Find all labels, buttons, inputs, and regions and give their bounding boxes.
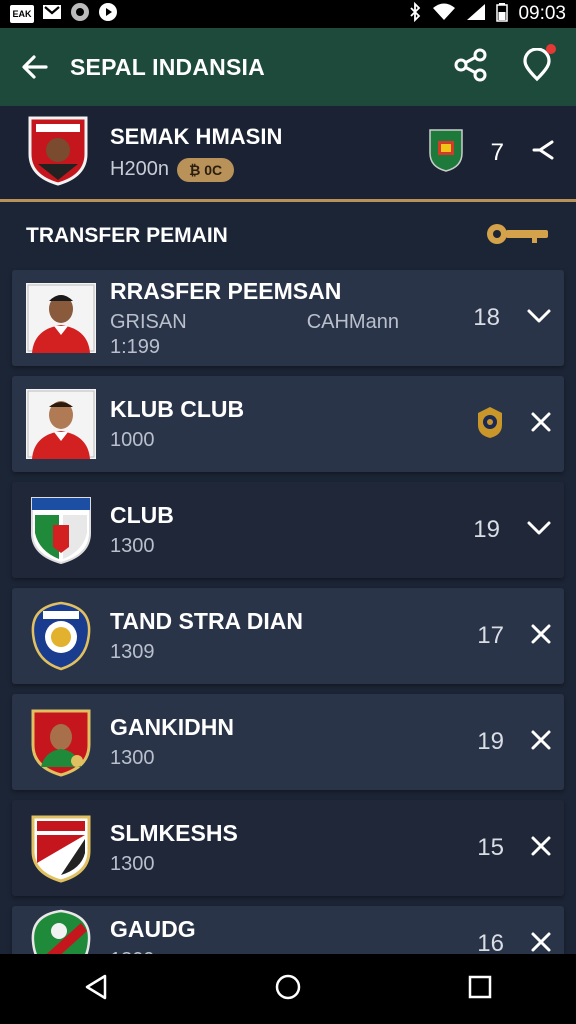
list-item-title: CLUB bbox=[110, 502, 174, 528]
nav-recents-button[interactable] bbox=[465, 972, 495, 1007]
club-crest-icon bbox=[26, 813, 96, 883]
nav-home-button[interactable] bbox=[273, 972, 303, 1007]
page-title: SEPAL INDANSIA bbox=[70, 53, 265, 80]
clock: 09:03 bbox=[518, 3, 566, 24]
remove-button[interactable] bbox=[530, 411, 552, 438]
list-item[interactable]: TAND STRA DIAN 1309 17 bbox=[12, 588, 564, 684]
gmail-icon bbox=[42, 3, 62, 26]
club-number: 7 bbox=[490, 138, 504, 166]
play-icon bbox=[98, 2, 118, 27]
player-photo bbox=[26, 389, 96, 459]
list-item-subtitle: 1000 bbox=[110, 429, 155, 451]
list-item-number: 15 bbox=[477, 834, 504, 861]
list-item-title: RRASFER PEEMSAN bbox=[110, 277, 342, 304]
close-icon bbox=[531, 730, 551, 749]
square-recents-icon bbox=[468, 975, 492, 998]
wifi-icon bbox=[432, 3, 456, 26]
list-item-number: 19 bbox=[477, 728, 504, 755]
key-button[interactable] bbox=[484, 221, 550, 252]
list-item-title: GAUDG bbox=[110, 916, 196, 942]
list-item[interactable]: CLUB 1300 19 bbox=[12, 482, 564, 578]
list-item[interactable]: GANKIDHN 1300 19 bbox=[12, 694, 564, 790]
list-item[interactable]: KLUB CLUB 1000 bbox=[12, 376, 564, 472]
expand-button[interactable] bbox=[526, 519, 552, 542]
list-item[interactable]: RRASFER PEEMSAN GRISAN CAHMann 1:199 18 bbox=[12, 270, 564, 366]
chevron-left-icon bbox=[532, 140, 554, 160]
chevron-down-icon bbox=[527, 521, 551, 534]
battery-icon bbox=[496, 2, 509, 27]
notification-button[interactable] bbox=[522, 43, 556, 87]
chevron-down-icon bbox=[527, 309, 551, 322]
list-item-club: CAHMann bbox=[306, 310, 399, 333]
player-photo bbox=[26, 283, 96, 353]
close-icon bbox=[531, 624, 551, 643]
notification-dot bbox=[546, 43, 556, 54]
list-item-title: TAND STRA DIAN bbox=[110, 608, 303, 634]
club-name: SEMAK HMASIN bbox=[110, 123, 283, 149]
status-app-badge: EAK bbox=[10, 5, 34, 23]
club-badge: ₿ 0C bbox=[176, 157, 235, 182]
list-item-subtitle: GRISAN bbox=[110, 310, 187, 333]
close-icon bbox=[531, 412, 551, 431]
club-crest-icon bbox=[26, 707, 96, 777]
key-icon bbox=[487, 223, 548, 244]
section-header: TRANSFER PEMAIN bbox=[0, 205, 576, 267]
system-nav-bar bbox=[0, 954, 576, 1024]
list-item-number: 19 bbox=[473, 516, 500, 543]
league-shield-icon bbox=[427, 127, 465, 178]
list-item[interactable]: SLMKESHS 1300 15 bbox=[12, 800, 564, 896]
app-bar: SEPAL INDANSIA bbox=[0, 28, 576, 106]
section-title: TRANSFER PEMAIN bbox=[26, 224, 228, 247]
bluetooth-icon bbox=[408, 1, 422, 27]
club-badge-icon bbox=[476, 405, 504, 444]
list-item-title: KLUB CLUB bbox=[110, 396, 245, 422]
list-item-title: SLMKESHS bbox=[110, 820, 238, 846]
list-item-number: 18 bbox=[473, 304, 500, 331]
status-bar: EAK 09:03 bbox=[0, 0, 576, 28]
remove-button[interactable] bbox=[530, 623, 552, 650]
club-crest-icon bbox=[26, 601, 96, 671]
triangle-back-icon bbox=[85, 974, 107, 999]
nav-back-button[interactable] bbox=[81, 972, 111, 1007]
remove-button[interactable] bbox=[530, 729, 552, 756]
remove-button[interactable] bbox=[530, 835, 552, 862]
club-header-card[interactable]: SEMAK HMASIN H200n ₿ 0C 7 bbox=[0, 106, 576, 202]
signal-icon bbox=[466, 3, 486, 26]
expand-button[interactable] bbox=[526, 307, 552, 330]
circle-app-icon bbox=[70, 2, 90, 27]
list-item-subtitle: 1300 bbox=[110, 535, 155, 557]
collapse-button[interactable] bbox=[530, 138, 556, 167]
list-item-subtitle: 1300 bbox=[110, 747, 155, 769]
club-crest-icon bbox=[26, 114, 90, 191]
list-item-subtitle: 1309 bbox=[110, 641, 155, 663]
list-item-number: 17 bbox=[477, 622, 504, 649]
list-item-value: 1:199 bbox=[110, 335, 161, 358]
list-item-subtitle: 1300 bbox=[110, 853, 155, 875]
back-button[interactable] bbox=[0, 52, 70, 82]
back-arrow-icon bbox=[22, 55, 48, 79]
club-value: H200n bbox=[110, 158, 169, 180]
share-button[interactable] bbox=[454, 48, 488, 87]
transfer-list: RRASFER PEEMSAN GRISAN CAHMann 1:199 18 … bbox=[12, 270, 564, 992]
circle-home-icon bbox=[275, 974, 301, 999]
club-crest-icon bbox=[26, 495, 96, 565]
share-icon bbox=[454, 48, 487, 81]
close-icon bbox=[531, 836, 551, 855]
list-item-title: GANKIDHN bbox=[110, 714, 234, 740]
close-icon bbox=[531, 932, 551, 951]
